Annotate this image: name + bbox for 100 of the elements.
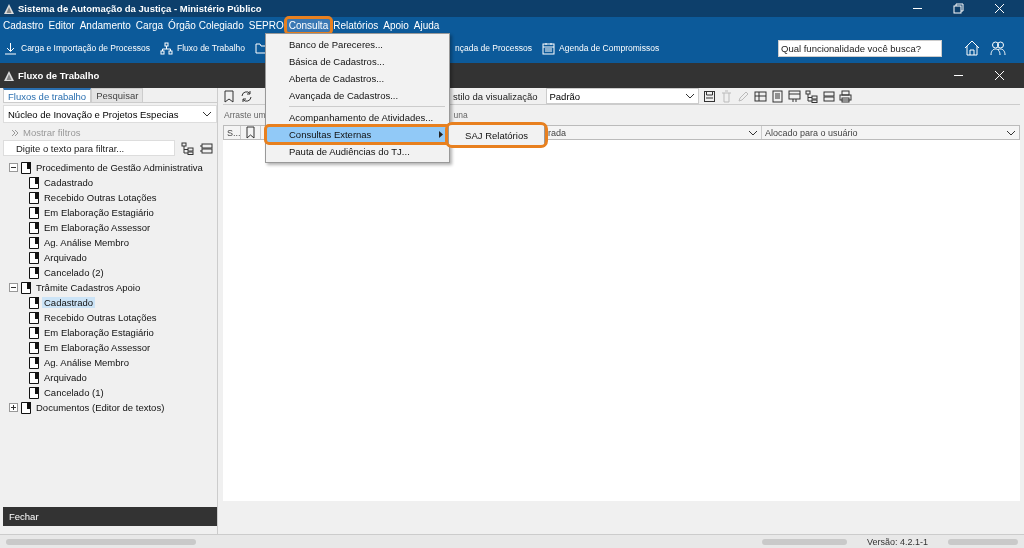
double-chevron-icon [11,128,19,137]
column-header[interactable]: rada [548,127,566,138]
close-button[interactable]: Fechar [3,507,217,526]
menu-item[interactable]: Consultas Externas [266,126,449,143]
group-hint: Arraste um [224,110,266,120]
tree-item[interactable]: Arquivado [42,252,89,263]
document-icon [21,401,31,414]
close-icon [993,69,1006,82]
group-hint: una [453,110,468,120]
home-icon [964,40,980,56]
tree-item[interactable]: Cancelado (2) [42,267,106,278]
document-icon [29,236,39,249]
document-icon [29,326,39,339]
menu-item[interactable]: Acompanhamento de Atividades... [266,109,449,126]
tree-item[interactable]: Recebido Outras Lotações [42,312,159,323]
style-label: stilo da visualização [453,90,538,102]
menu-item[interactable]: Consulta [286,18,331,32]
bookmark-icon [244,126,257,139]
tree-item[interactable]: Documentos (Editor de textos) [34,402,167,413]
document-icon [29,221,39,234]
collapse-toggle-icon[interactable] [9,283,18,292]
logo-icon [4,3,14,14]
tree-item[interactable]: Em Elaboração Estagiário [42,327,156,338]
column-header[interactable]: Alocado para o usuário [765,127,858,138]
menu-item[interactable]: Pauta de Audiências do TJ... [266,143,449,160]
column-header[interactable]: S... [227,127,241,138]
window-title: Sistema de Automação da Justiça - Ministério Público [18,3,262,14]
filter-dropdown-icon [1006,129,1016,136]
unit-select[interactable]: Núcleo de Inovação e Projetos Especias [3,105,217,123]
menu-item[interactable]: Andamento [77,18,133,32]
tree-item[interactable]: Ag. Análise Membro [42,237,131,248]
document-icon [770,89,784,103]
spreadsheet-icon [753,89,767,103]
toolbar-link[interactable]: nçada de Processos [455,43,533,53]
pencil-icon [736,89,750,103]
collapse-list-icon [821,89,835,103]
chevron-down-icon [202,111,212,117]
collapse-list-icon [200,141,213,155]
menu-item[interactable]: Editor [46,18,77,32]
document-icon [29,371,39,384]
chevron-down-icon [684,93,695,99]
tree-item[interactable]: Em Elaboração Assessor [42,342,153,353]
tree-item[interactable]: Cadastrado [42,177,96,188]
print-icon [838,89,852,103]
menu-item[interactable]: Órgão Colegiado [166,18,246,32]
submenu-arrow-icon [439,131,443,138]
tree-item[interactable]: Recebido Outras Lotações [42,192,159,203]
tree-item[interactable]: Em Elaboração Assessor [42,222,153,233]
menu-item[interactable]: Cadastro [1,18,46,32]
filter-dropdown-icon [748,129,758,136]
menu-item[interactable]: Apoio [381,18,411,32]
toolbar-link[interactable]: Fluxo de Trabalho [177,43,246,53]
tree-item[interactable]: Arquivado [42,372,89,383]
menu-item[interactable]: Avançada de Cadastros... [266,87,449,104]
tree-item[interactable]: Trâmite Cadastros Apoio [34,282,143,293]
toolbar-link[interactable]: Carga e Importação de Processos [21,43,150,53]
hierarchy-icon [160,41,173,55]
download-icon [4,41,17,55]
tree-item[interactable]: Cancelado (1) [42,387,106,398]
toolbar-link[interactable]: Agenda de Compromissos [559,43,660,53]
document-icon [29,176,39,189]
version-label: Versão: 4.2.1-1 [866,536,928,547]
menu-item[interactable]: Básica de Cadastros... [266,53,449,70]
menu-item[interactable]: Banco de Pareceres... [266,36,449,53]
tab[interactable]: Fluxos de trabalho [3,88,92,102]
document-icon [21,161,31,174]
document-icon [29,311,39,324]
save-icon [702,89,716,103]
form-icon [787,89,801,103]
tab[interactable]: Pesquisar [91,88,144,102]
document-icon [29,341,39,354]
logo-icon [4,70,14,81]
trash-icon [719,89,733,103]
document-icon [29,206,39,219]
document-icon [29,251,39,264]
expand-toggle-icon[interactable] [9,403,18,412]
menu-item[interactable]: Aberta de Cadastros... [266,70,449,87]
document-icon [29,296,39,309]
blurred-text [948,538,1018,545]
tree-item[interactable]: Em Elaboração Estagiário [42,207,156,218]
tree-expand-icon [804,89,818,103]
search-field[interactable]: Qual funcionalidade você busca? [778,39,942,57]
panel-title: Fluxo de Trabalho [18,70,100,81]
tree-item[interactable]: Cadastrado [42,297,96,308]
menu-item[interactable]: Relatórios [331,18,381,32]
tree-item[interactable]: Ag. Análise Membro [42,357,131,368]
close-icon [993,2,1006,15]
tree-expand-icon [181,141,194,155]
menu-item[interactable]: Ajuda [411,18,442,32]
document-icon [29,191,39,204]
collapse-toggle-icon[interactable] [9,163,18,172]
calendar-icon [542,41,556,55]
restore-icon [952,2,965,15]
document-icon [29,266,39,279]
menu-item[interactable]: SEPRO [246,18,286,32]
menu-item[interactable]: Carga [133,18,166,32]
filter-field[interactable]: Digite o texto para filtrar... [3,140,175,156]
users-icon [990,40,1006,56]
tree-item[interactable]: Procedimento de Gestão Administrativa [34,162,205,173]
style-select[interactable]: Padrão [545,88,699,104]
